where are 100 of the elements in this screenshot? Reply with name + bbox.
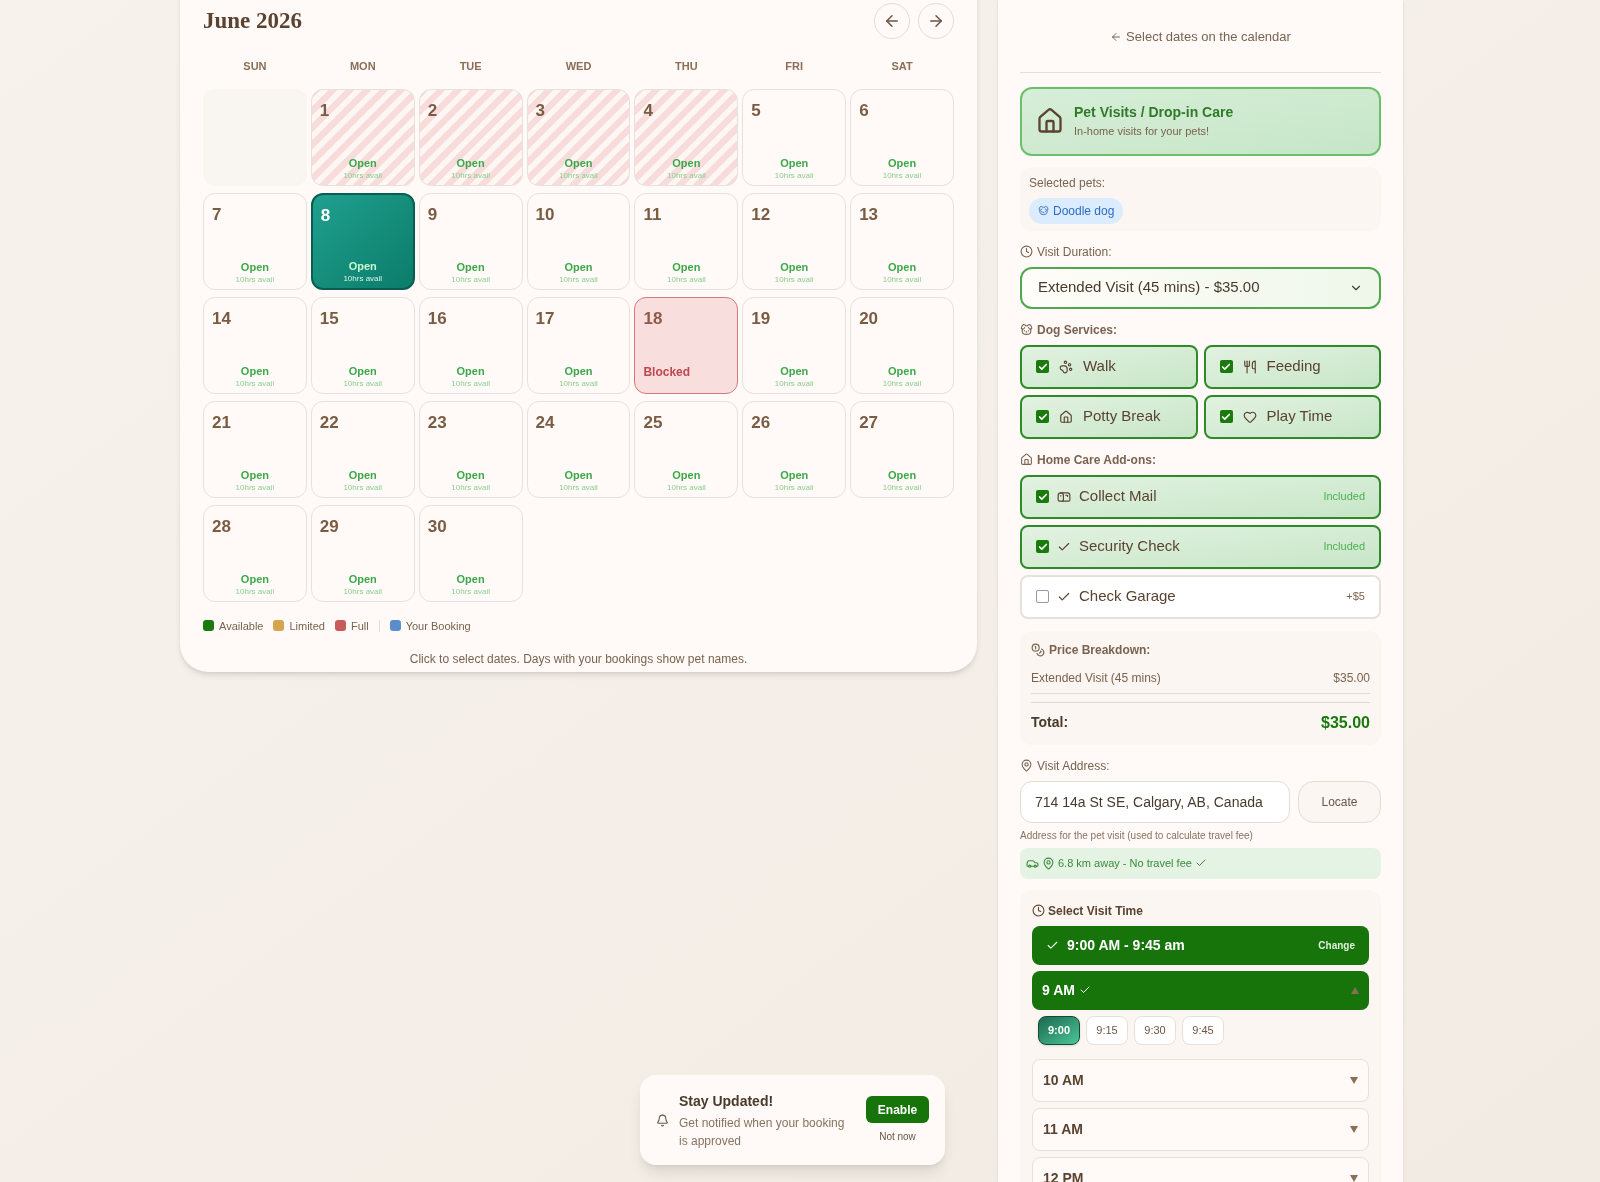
- calendar-day[interactable]: 2 Open 10hrs avail: [418, 88, 523, 186]
- calendar-day[interactable]: 6 Open 10hrs avail: [850, 88, 954, 186]
- service-option[interactable]: Feeding: [1203, 344, 1381, 389]
- duration-select[interactable]: Extended Visit (45 mins) - $35.00: [1020, 266, 1381, 309]
- calendar-day[interactable]: 5 Open 10hrs avail: [742, 88, 847, 186]
- calendar-day[interactable]: 13 Open 10hrs avail: [850, 192, 954, 290]
- address-field[interactable]: 714 14a St SE, Calgary, AB, Canada: [1020, 780, 1290, 823]
- day-availability: 10hrs avail: [559, 170, 598, 181]
- addon-option[interactable]: Check Garage +$5: [1020, 574, 1381, 619]
- calendar-day[interactable]: 26 Open 10hrs avail: [742, 400, 847, 498]
- address-hint: Address for the pet visit (used to calculate travel fee): [1020, 828, 1254, 843]
- checkbox[interactable]: [1036, 590, 1049, 603]
- checkbox[interactable]: [1219, 360, 1233, 373]
- day-availability: 10hrs avail: [451, 170, 490, 181]
- weekday-label: MON: [348, 59, 377, 74]
- day-number: 2: [427, 99, 439, 122]
- calendar-day[interactable]: 28 Open 10hrs avail: [203, 504, 307, 602]
- calendar-day[interactable]: 16 Open 10hrs avail: [418, 296, 523, 394]
- day-number: 23: [427, 411, 448, 434]
- weekday-label: SAT: [890, 59, 914, 74]
- day-status: Open: [240, 572, 269, 587]
- calendar-day[interactable]: 3 Open 10hrs avail: [526, 88, 631, 186]
- not-now-button[interactable]: Not now: [879, 1129, 916, 1144]
- calendar-day[interactable]: 29 Open 10hrs avail: [310, 504, 415, 602]
- day-availability: 10hrs avail: [235, 482, 275, 493]
- day-status: Open: [672, 260, 701, 275]
- day-number: 29: [319, 515, 340, 538]
- calendar-day[interactable]: 25 Open 10hrs avail: [634, 400, 739, 498]
- checkbox[interactable]: [1036, 490, 1049, 503]
- day-status: Open: [348, 259, 377, 274]
- calendar-day[interactable]: 21 Open 10hrs avail: [203, 400, 307, 498]
- service-option[interactable]: Walk: [1020, 344, 1198, 389]
- calendar-day[interactable]: 20 Open 10hrs avail: [850, 296, 954, 394]
- checkbox[interactable]: [1036, 410, 1049, 423]
- calendar-day[interactable]: 22 Open 10hrs avail: [310, 400, 415, 498]
- calendar-day[interactable]: 12 Open 10hrs avail: [742, 192, 847, 290]
- day-status: Open: [888, 468, 917, 483]
- calendar-day[interactable]: 11 Open 10hrs avail: [634, 192, 739, 290]
- calendar-day[interactable]: 7 Open 10hrs avail: [203, 192, 307, 290]
- price-line-label: Extended Visit (45 mins): [1031, 669, 1161, 687]
- day-status: Open: [672, 156, 701, 171]
- calendar-day[interactable]: 30 Open 10hrs avail: [418, 504, 523, 602]
- legend-label: Limited: [289, 618, 325, 634]
- legend-label: Full: [350, 618, 369, 634]
- locate-button[interactable]: Locate: [1298, 780, 1381, 823]
- addon-option[interactable]: Security Check Included: [1020, 524, 1381, 569]
- calendar-day[interactable]: 14 Open 10hrs avail: [203, 296, 307, 394]
- day-availability: 10hrs avail: [667, 482, 706, 493]
- minute-option[interactable]: 9:00: [1038, 1015, 1080, 1045]
- day-number: 28: [212, 515, 232, 538]
- minute-option[interactable]: 9:30: [1134, 1015, 1176, 1045]
- day-number: 22: [319, 411, 340, 434]
- back-link[interactable]: Select dates on the calendar: [1110, 27, 1291, 47]
- calendar-day[interactable]: 19 Open 10hrs avail: [742, 296, 847, 394]
- service-option[interactable]: Play Time: [1203, 394, 1381, 439]
- clock-icon: [1020, 245, 1033, 258]
- hour-row[interactable]: 10 AM: [1032, 1058, 1369, 1102]
- checkbox[interactable]: [1036, 360, 1049, 373]
- calendar-day[interactable]: 15 Open 10hrs avail: [310, 296, 415, 394]
- day-number: 6: [859, 99, 870, 122]
- minute-option[interactable]: 9:15: [1086, 1015, 1128, 1045]
- calendar-day[interactable]: 10 Open 10hrs avail: [526, 192, 631, 290]
- day-number: 12: [751, 203, 772, 226]
- day-status: Open: [348, 364, 377, 379]
- hour-row[interactable]: 11 AM: [1032, 1107, 1369, 1151]
- day-availability: 10hrs avail: [774, 378, 814, 389]
- day-availability: 10hrs avail: [451, 482, 490, 493]
- distance-text: 6.8 km away - No travel fee: [1058, 855, 1192, 871]
- addon-option[interactable]: Collect Mail Included: [1020, 474, 1381, 519]
- calendar-day[interactable]: 24 Open 10hrs avail: [526, 400, 631, 498]
- triangle-down-icon: [1350, 1076, 1358, 1084]
- minute-option[interactable]: 9:45: [1182, 1015, 1224, 1045]
- calendar-day[interactable]: 18 Blocked: [634, 296, 739, 394]
- day-availability: 10hrs avail: [882, 482, 922, 493]
- day-status: Open: [348, 156, 377, 171]
- arrow-right-icon: [927, 12, 945, 30]
- calendar-day[interactable]: 17 Open 10hrs avail: [526, 296, 631, 394]
- service-option[interactable]: Potty Break: [1020, 394, 1198, 439]
- hour-row[interactable]: 12 PM: [1032, 1156, 1369, 1182]
- day-availability: 10hrs avail: [451, 274, 490, 285]
- checkbox[interactable]: [1036, 540, 1049, 553]
- day-status: Open: [456, 468, 485, 483]
- day-availability: 10hrs avail: [343, 378, 383, 389]
- calendar-day[interactable]: 4 Open 10hrs avail: [634, 88, 739, 186]
- calendar-day[interactable]: 27 Open 10hrs avail: [850, 400, 954, 498]
- hour-row[interactable]: 9 AM: [1032, 970, 1369, 1010]
- day-number: 13: [859, 203, 880, 226]
- enable-button[interactable]: Enable: [866, 1096, 929, 1123]
- calendar-day[interactable]: 9 Open 10hrs avail: [418, 192, 523, 290]
- calendar-day[interactable]: 8 Open 10hrs avail: [310, 192, 415, 290]
- calendar-day[interactable]: 1 Open 10hrs avail: [310, 88, 415, 186]
- change-button[interactable]: Change: [1318, 937, 1355, 953]
- mailbox-icon: [1057, 489, 1071, 504]
- day-status: Open: [780, 156, 809, 171]
- day-number: 19: [751, 307, 772, 330]
- day-number: 21: [212, 411, 232, 434]
- day-availability: 10hrs avail: [235, 274, 275, 285]
- clock-icon: [1032, 904, 1045, 917]
- calendar-day[interactable]: 23 Open 10hrs avail: [418, 400, 523, 498]
- checkbox[interactable]: [1219, 410, 1233, 423]
